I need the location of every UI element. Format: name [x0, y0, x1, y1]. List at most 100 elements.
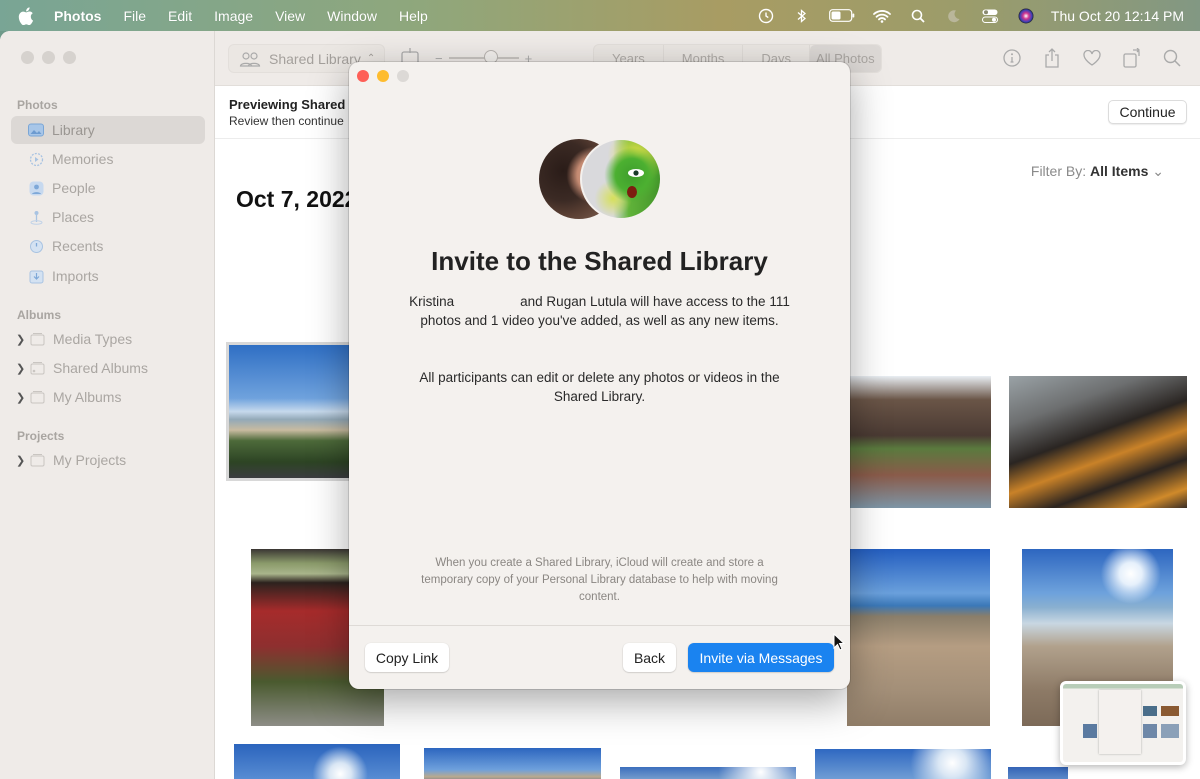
photo-thumbnail[interactable]: [1009, 376, 1187, 508]
share-icon[interactable]: [1042, 48, 1062, 68]
sidebar-item-places[interactable]: Places: [11, 203, 205, 231]
menu-app-photos[interactable]: Photos: [54, 8, 101, 24]
photo-thumbnail[interactable]: [620, 767, 796, 779]
sidebar-item-library[interactable]: Library: [11, 116, 205, 144]
back-button[interactable]: Back: [623, 643, 676, 672]
mouse-cursor-icon: [833, 633, 845, 651]
screenshot-thumbnail-preview[interactable]: [1060, 681, 1186, 765]
filter-value: All Items: [1090, 163, 1149, 179]
banner-subtitle: Review then continue: [229, 114, 344, 128]
photo-thumbnail[interactable]: [234, 744, 400, 779]
siri-icon[interactable]: [1017, 8, 1035, 24]
sidebar: Photos Library Memories People Places Re…: [0, 31, 215, 779]
people-icon: [28, 180, 44, 196]
photo-thumbnail[interactable]: [424, 748, 601, 779]
preview-photo: [1161, 724, 1179, 738]
spotlight-icon[interactable]: [909, 8, 927, 24]
menu-bar: Photos File Edit Image View Window Help …: [0, 0, 1200, 31]
filter-label: Filter By:: [1030, 163, 1087, 179]
sidebar-section-photos: Photos: [17, 98, 58, 112]
invite-dialog: Invite to the Shared Library Kristina and…: [349, 62, 850, 689]
shared-folder-icon: [29, 360, 45, 376]
menu-help[interactable]: Help: [399, 8, 428, 24]
info-icon[interactable]: [1002, 48, 1022, 68]
rotate-icon[interactable]: [1122, 48, 1142, 68]
preview-dialog: [1099, 690, 1141, 754]
avatar: [580, 138, 662, 220]
time-machine-icon[interactable]: [757, 8, 775, 24]
disclosure-chevron-icon[interactable]: ❯: [16, 333, 25, 346]
bluetooth-icon[interactable]: [793, 8, 811, 24]
sidebar-item-people[interactable]: People: [11, 174, 205, 202]
sidebar-item-imports[interactable]: Imports: [11, 262, 205, 290]
sidebar-item-recents[interactable]: Recents: [11, 232, 205, 260]
apple-menu-icon[interactable]: [18, 6, 34, 25]
photo-thumbnail[interactable]: [850, 376, 991, 508]
battery-icon[interactable]: [829, 8, 855, 24]
sidebar-item-memories[interactable]: Memories: [11, 145, 205, 173]
continue-button[interactable]: Continue: [1108, 100, 1187, 124]
chevron-down-icon: ⌄: [1152, 163, 1164, 179]
library-icon: [28, 122, 44, 138]
zoom-window-button[interactable]: [63, 51, 76, 64]
people-pair-icon: [239, 51, 261, 67]
preview-photo: [1161, 706, 1179, 716]
filter-by[interactable]: Filter By: All Items ⌄: [1031, 163, 1164, 180]
photo-thumbnail[interactable]: [226, 342, 352, 481]
preview-photo: [1143, 724, 1157, 738]
dragon-avatar-icon: [627, 169, 644, 198]
dialog-divider: [349, 625, 850, 626]
preview-photo: [1083, 724, 1097, 738]
photo-thumbnail[interactable]: [847, 549, 990, 726]
menu-view[interactable]: View: [275, 8, 305, 24]
window-controls: [21, 51, 76, 64]
copy-link-button[interactable]: Copy Link: [365, 643, 449, 672]
sidebar-item-label: My Projects: [53, 452, 127, 468]
sidebar-item-label: Media Types: [53, 331, 133, 347]
sidebar-section-albums: Albums: [17, 308, 62, 322]
dialog-note: When you create a Shared Library, iCloud…: [421, 557, 778, 603]
zoom-slider-track[interactable]: [448, 50, 519, 64]
photo-thumbnail[interactable]: [815, 749, 991, 779]
menu-file[interactable]: File: [123, 8, 146, 24]
photo-thumbnail[interactable]: [1008, 767, 1068, 779]
dialog-close-button[interactable]: [357, 70, 369, 82]
disclosure-chevron-icon[interactable]: ❯: [16, 391, 25, 404]
focus-moon-icon[interactable]: [945, 8, 963, 24]
imports-icon: [28, 268, 44, 284]
dialog-zoom-button: [397, 70, 409, 82]
close-window-button[interactable]: [21, 51, 34, 64]
sidebar-item-label: Imports: [52, 268, 99, 284]
sidebar-item-label: My Albums: [53, 389, 122, 405]
disclosure-chevron-icon[interactable]: ❯: [16, 362, 25, 375]
menu-clock[interactable]: Thu Oct 20 12:14 PM: [1051, 8, 1184, 24]
folder-icon: [29, 452, 45, 468]
sidebar-item-label: Memories: [52, 151, 114, 167]
menu-image[interactable]: Image: [214, 8, 253, 24]
search-icon[interactable]: [1162, 48, 1182, 68]
sidebar-item-media-types[interactable]: ❯ Media Types: [11, 325, 205, 353]
participant-avatars: [539, 138, 662, 220]
sidebar-item-label: Shared Albums: [53, 360, 148, 376]
menu-window[interactable]: Window: [327, 8, 377, 24]
sidebar-item-my-projects[interactable]: ❯ My Projects: [11, 446, 205, 474]
sidebar-item-my-albums[interactable]: ❯ My Albums: [11, 383, 205, 411]
dialog-minimize-button[interactable]: [377, 70, 389, 82]
heart-icon[interactable]: [1082, 48, 1102, 68]
control-center-icon[interactable]: [981, 8, 999, 24]
preview-photo: [1143, 706, 1157, 716]
participant-name: Kristina: [409, 294, 455, 309]
wifi-icon[interactable]: [873, 8, 891, 24]
dialog-title: Invite to the Shared Library: [431, 246, 768, 276]
sidebar-item-label: Places: [52, 209, 95, 225]
places-icon: [28, 209, 44, 225]
date-heading: Oct 7, 2022: [236, 186, 358, 212]
library-picker-label: Shared Library: [269, 50, 361, 67]
dialog-body-paragraph-1: Kristina and Rugan Lutula will have acces…: [409, 292, 790, 330]
dialog-body-paragraph-2: All participants can edit or delete any …: [419, 370, 780, 404]
minimize-window-button[interactable]: [42, 51, 55, 64]
invite-via-messages-button[interactable]: Invite via Messages: [688, 643, 834, 672]
sidebar-item-shared-albums[interactable]: ❯ Shared Albums: [11, 354, 205, 382]
disclosure-chevron-icon[interactable]: ❯: [16, 454, 25, 467]
menu-edit[interactable]: Edit: [168, 8, 192, 24]
